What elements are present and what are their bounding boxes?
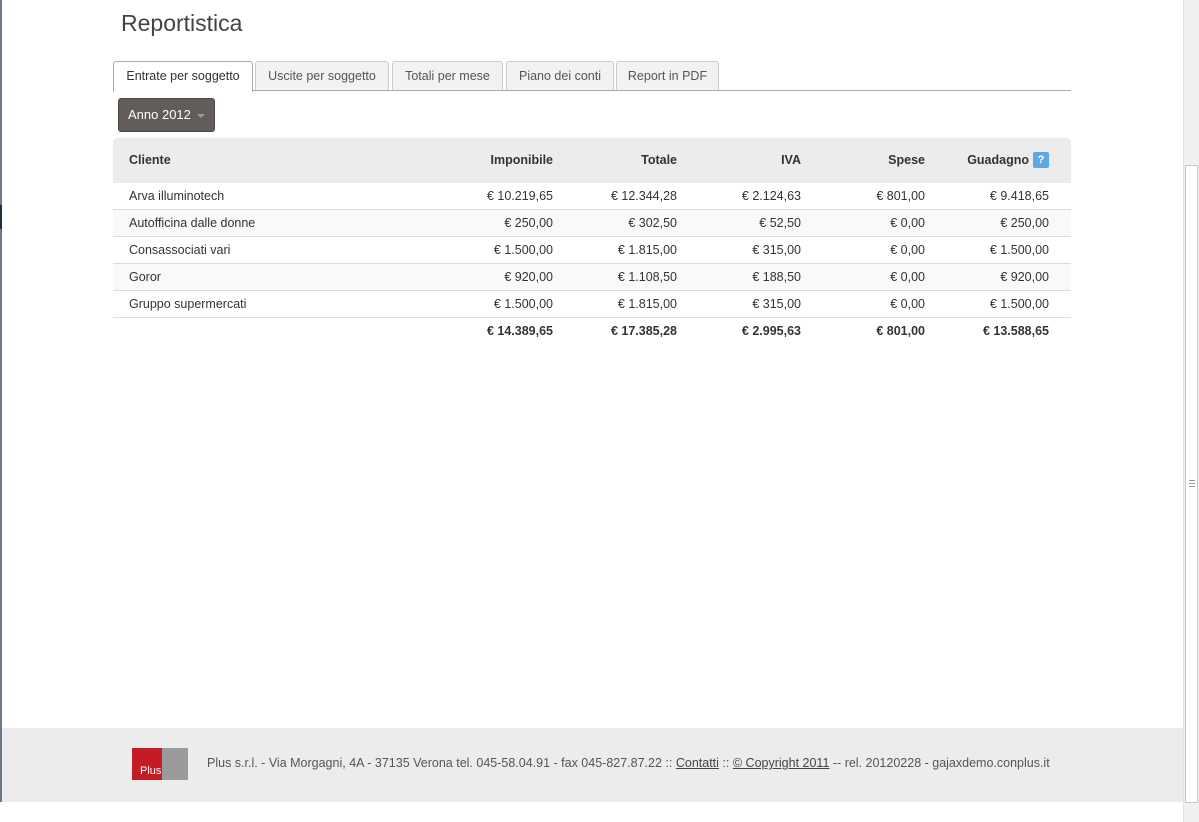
header-spese[interactable]: Spese [888,138,925,183]
caret-down-icon [197,114,205,118]
cell-guadagno: € 920,00 [1000,270,1049,284]
table-row: Goror € 920,00 € 1.108,50 € 188,50 € 0,0… [113,264,1071,291]
cell-guadagno: € 9.418,65 [989,189,1049,203]
page-title: Reportistica [121,10,243,36]
cell-imponibile: € 10.219,65 [486,189,553,203]
header-imponibile[interactable]: Imponibile [491,138,554,183]
table-header: Cliente Imponibile Totale IVA Spese Guad… [113,138,1071,183]
cell-imponibile: € 1.500,00 [493,297,553,311]
cell-guadagno: € 1.500,00 [989,243,1049,257]
help-icon[interactable]: ? [1033,152,1049,168]
cell-imponibile: € 1.500,00 [493,243,553,257]
cell-cliente: Gruppo supermercati [129,297,247,311]
cell-totale: € 1.815,00 [617,297,677,311]
total-iva: € 2.995,63 [741,324,801,338]
report-table: Cliente Imponibile Totale IVA Spese Guad… [113,138,1071,345]
cell-guadagno: € 1.500,00 [989,297,1049,311]
total-guadagno: € 13.588,65 [982,324,1049,338]
cell-cliente: Arva illuminotech [129,189,225,203]
cell-totale: € 12.344,28 [610,189,677,203]
cell-spese: € 0,00 [890,216,925,230]
logo-text: Plus [140,765,162,777]
grip-line [1189,486,1195,487]
totals-row: € 14.389,65 € 17.385,28 € 2.995,63 € 801… [113,318,1071,345]
cell-cliente: Goror [129,270,161,284]
cell-imponibile: € 920,00 [504,270,553,284]
tab-uscite-per-soggetto[interactable]: Uscite per soggetto [255,61,389,90]
footer-info: Plus s.r.l. - Via Morgagni, 4A - 37135 V… [207,756,1050,770]
header-totale[interactable]: Totale [641,138,677,183]
window-left-border [0,0,2,822]
cell-spese: € 0,00 [890,270,925,284]
tab-totali-per-mese[interactable]: Totali per mese [392,61,503,90]
cell-spese: € 0,00 [890,243,925,257]
table-row: Gruppo supermercati € 1.500,00 € 1.815,0… [113,291,1071,318]
vertical-scrollbar[interactable] [1183,0,1199,822]
footer-release: -- rel. 20120228 - gajaxdemo.conplus.it [832,756,1050,770]
footer-separator: :: [722,756,730,770]
plus-logo: Plus [132,748,190,780]
header-iva[interactable]: IVA [781,138,801,183]
footer-address: Plus s.r.l. - Via Morgagni, 4A - 37135 V… [207,756,673,770]
contacts-link[interactable]: Contatti [676,756,719,770]
tab-report-in-pdf[interactable]: Report in PDF [616,61,719,90]
cell-iva: € 2.124,63 [741,189,801,203]
copyright-link[interactable]: © Copyright 2011 [733,756,830,770]
table-row: Autofficina dalle donne € 250,00 € 302,5… [113,210,1071,237]
year-filter-dropdown[interactable]: Anno 2012 [118,98,215,132]
cell-guadagno: € 250,00 [1000,216,1049,230]
cell-imponibile: € 250,00 [504,216,553,230]
cell-spese: € 0,00 [890,297,925,311]
grip-line [1189,483,1195,484]
report-tabs: Entrate per soggetto Uscite per soggetto… [113,61,1071,92]
cell-totale: € 1.815,00 [617,243,677,257]
cell-iva: € 315,00 [752,243,801,257]
header-guadagno: Guadagno? [967,138,1049,183]
bottom-strip [0,802,1183,822]
total-spese: € 801,00 [876,324,925,338]
cell-spese: € 801,00 [876,189,925,203]
scrollbar-thumb[interactable] [1185,165,1198,803]
table-row: Arva illuminotech € 10.219,65 € 12.344,2… [113,183,1071,210]
year-filter-label: Anno 2012 [128,107,191,122]
cell-iva: € 52,50 [759,216,801,230]
cell-cliente: Autofficina dalle donne [129,216,256,230]
header-guadagno-label[interactable]: Guadagno [967,153,1029,167]
cell-cliente: Consassociati vari [129,243,231,257]
cell-iva: € 315,00 [752,297,801,311]
cell-totale: € 302,50 [628,216,677,230]
cell-totale: € 1.108,50 [617,270,677,284]
tab-piano-dei-conti[interactable]: Piano dei conti [506,61,614,90]
total-totale: € 17.385,28 [610,324,677,338]
table-row: Consassociati vari € 1.500,00 € 1.815,00… [113,237,1071,264]
logo-gray-block [162,748,188,780]
tab-entrate-per-soggetto[interactable]: Entrate per soggetto [113,61,253,92]
total-imponibile: € 14.389,65 [486,324,553,338]
cell-iva: € 188,50 [752,270,801,284]
page-footer: Plus Plus s.r.l. - Via Morgagni, 4A - 37… [2,728,1183,802]
grip-line [1189,480,1195,481]
window-edge-marker [0,205,2,229]
header-cliente[interactable]: Cliente [129,138,171,183]
